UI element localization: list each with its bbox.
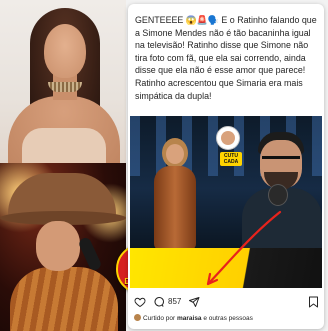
post-caption: GENTEEEE 😱🚨🗣️ E o Ratinho falando que a …	[135, 15, 317, 101]
post-action-bar: 857	[134, 296, 320, 310]
liked-by-line: Curtido por maraisa e outras pessoas	[134, 314, 320, 322]
share-icon[interactable]	[188, 296, 200, 308]
photo-collage	[0, 0, 126, 331]
comment-count: 857	[168, 297, 182, 306]
liked-suffix: e outras pessoas	[203, 315, 253, 322]
post-media[interactable]: CUTU CADA	[130, 116, 322, 288]
red-arrow-icon	[206, 210, 282, 286]
bookmark-icon[interactable]	[308, 296, 319, 308]
liked-prefix: Curtido por	[143, 315, 176, 322]
liked-user-link[interactable]: maraisa	[177, 315, 202, 322]
concert-photo-bottom	[0, 163, 126, 331]
avatar	[134, 314, 141, 321]
heart-icon[interactable]	[134, 296, 146, 308]
portrait-photo-top	[0, 0, 126, 163]
comment-icon[interactable]	[153, 296, 165, 308]
instagram-post: GENTEEEE 😱🚨🗣️ E o Ratinho falando que a …	[128, 4, 324, 329]
